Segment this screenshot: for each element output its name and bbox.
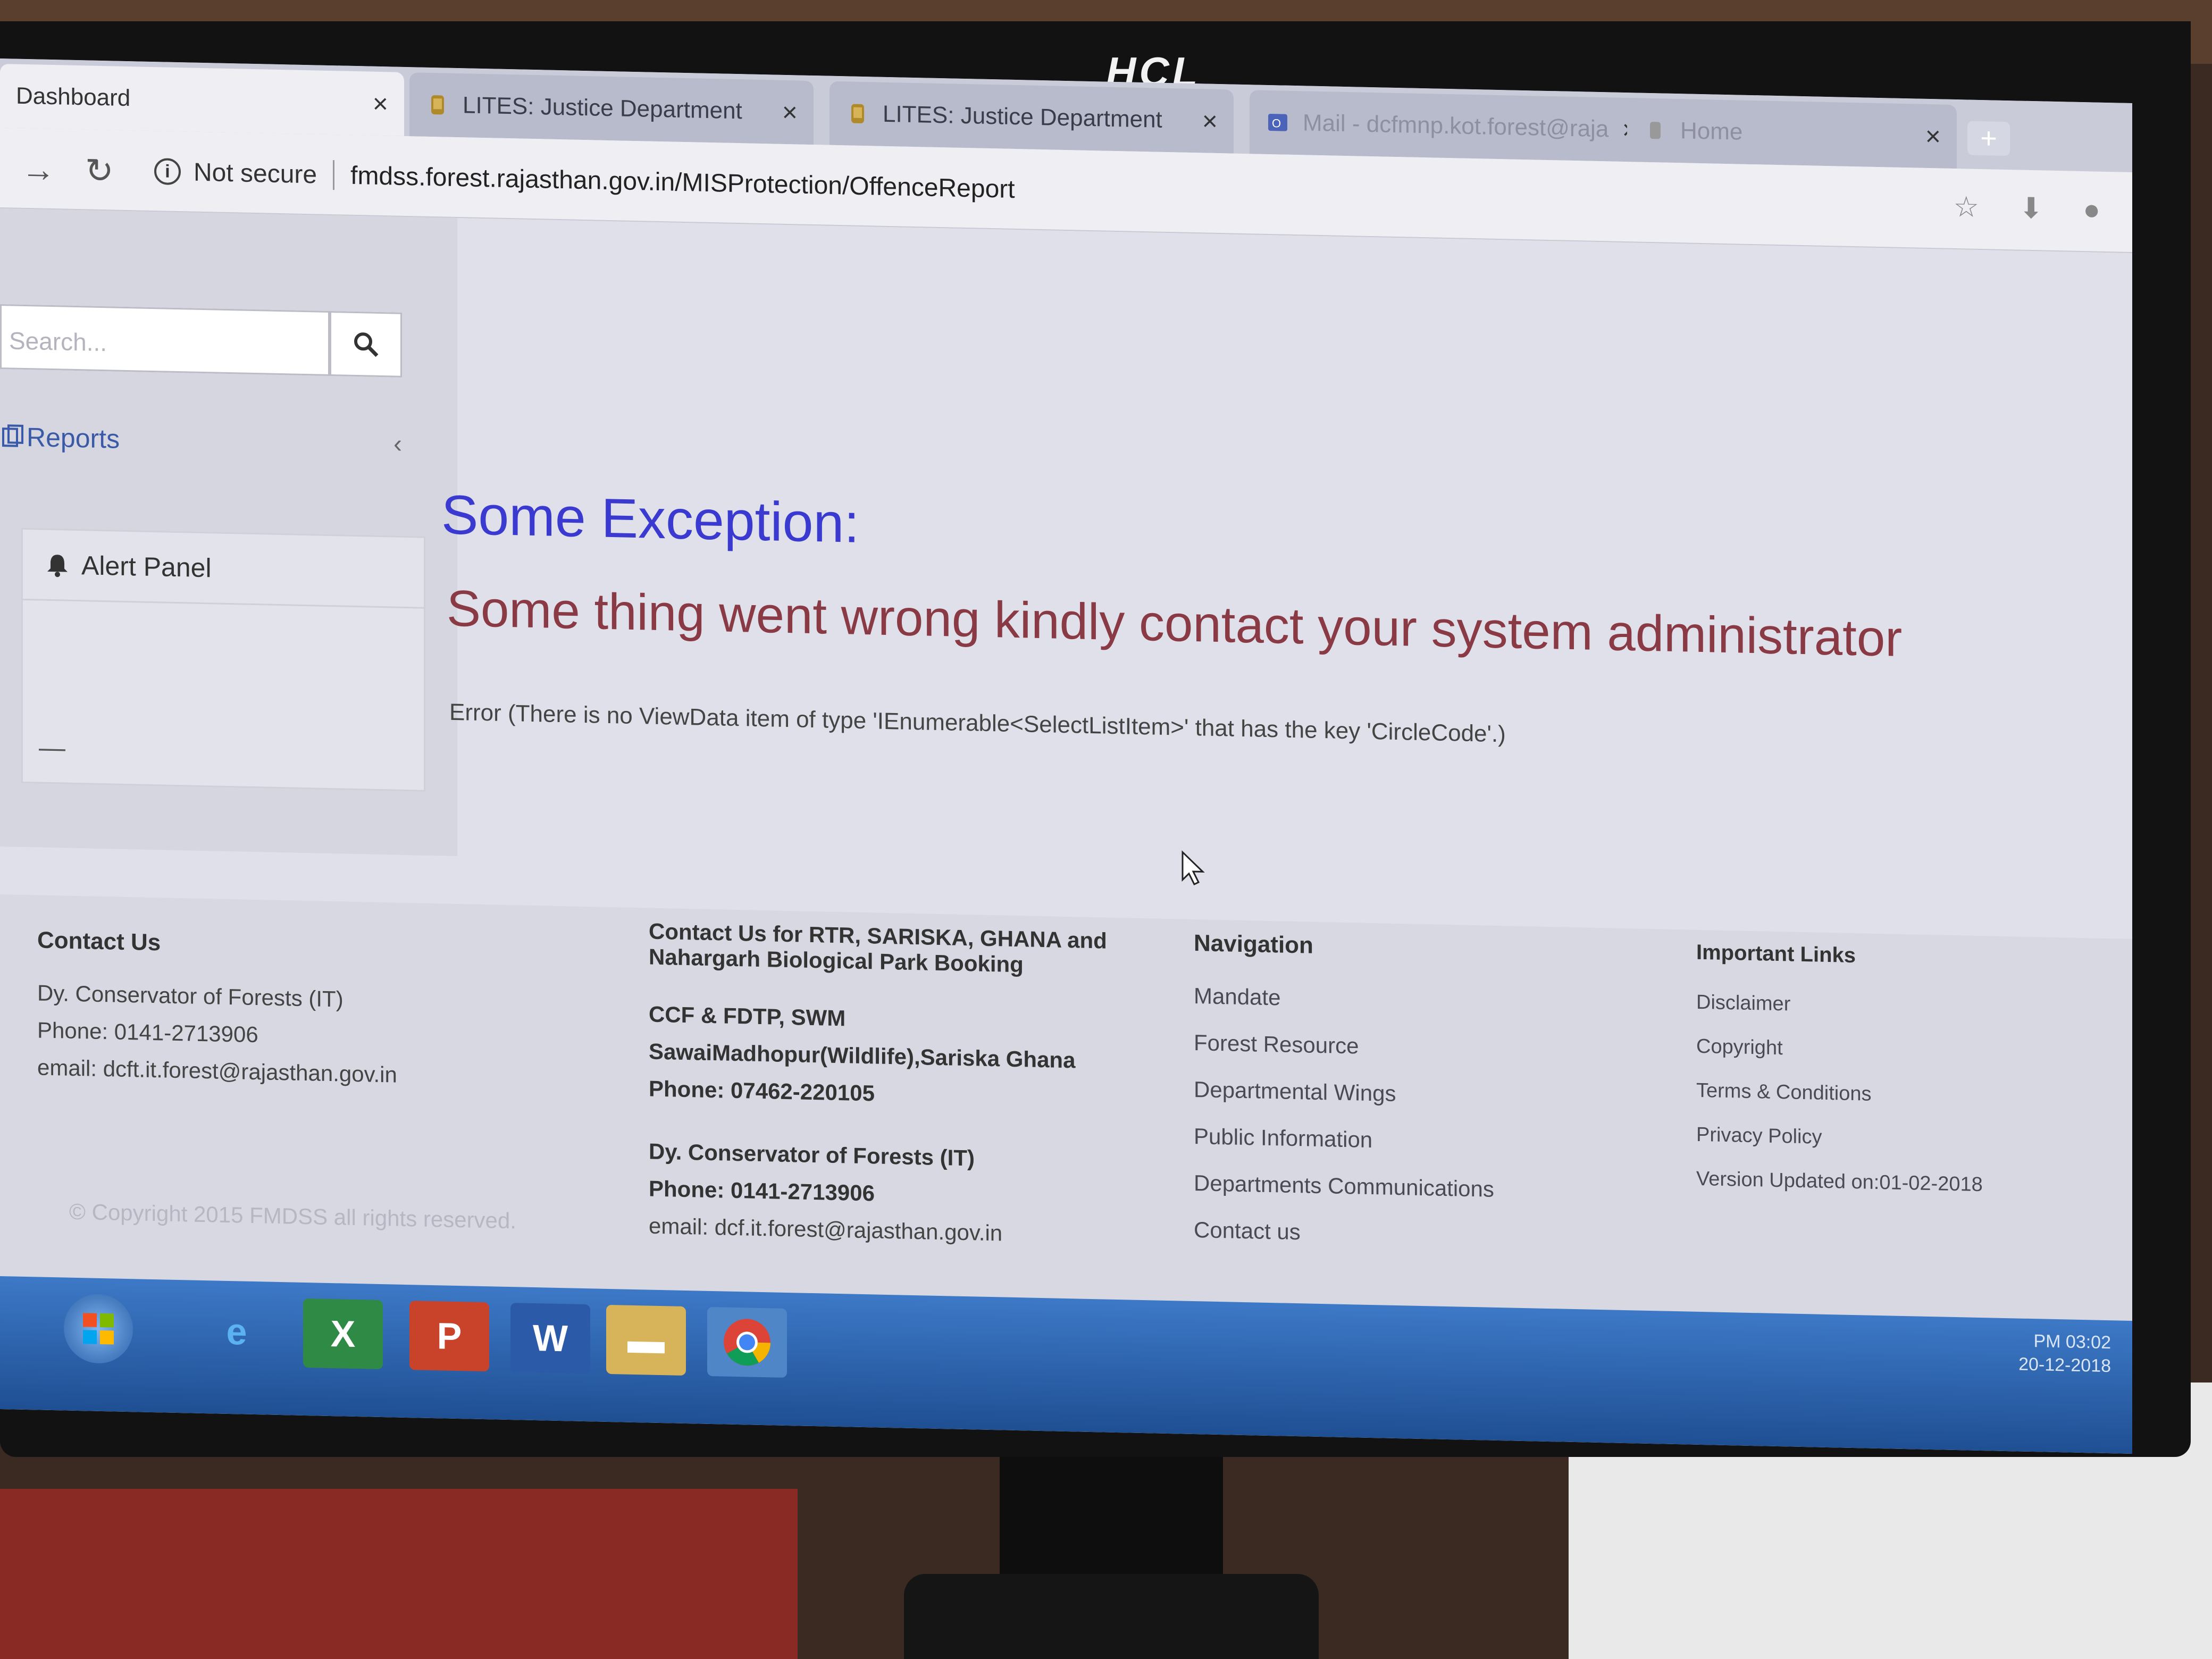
- alert-panel: Alert Panel —: [21, 527, 425, 792]
- new-tab-button[interactable]: +: [1967, 121, 2010, 156]
- address-separator: [333, 160, 335, 190]
- tab-mail[interactable]: O Mail - dcfmnp.kot.forest@raja ×: [1250, 90, 1654, 163]
- close-icon[interactable]: ×: [1925, 121, 1941, 152]
- footer-booking-line: CCF & FDTP, SWM: [649, 1001, 846, 1031]
- footer-link-mandate[interactable]: Mandate: [1194, 983, 1494, 1015]
- close-icon[interactable]: ×: [1202, 105, 1218, 137]
- footer-link-departments-communications[interactable]: Departments Communications: [1194, 1170, 1494, 1202]
- tab-title: LITES: Justice Department: [463, 92, 742, 124]
- footer-contact-line: Dy. Conservator of Forests (IT): [37, 980, 343, 1012]
- forward-icon[interactable]: →: [21, 149, 55, 189]
- footer-booking-line: SawaiMadhopur(Wildlife),Sariska Ghana: [649, 1038, 1076, 1073]
- outlook-icon: O: [1266, 110, 1290, 135]
- internet-explorer-icon[interactable]: e: [197, 1296, 276, 1367]
- system-tray-clock[interactable]: PM 03:02 20-12-2018: [2018, 1329, 2111, 1378]
- word-icon[interactable]: W: [510, 1303, 590, 1374]
- profile-icon[interactable]: ●: [2083, 194, 2100, 226]
- alert-panel-title: Alert Panel: [81, 550, 212, 583]
- file-explorer-icon[interactable]: ▬: [606, 1304, 686, 1376]
- search-button[interactable]: [330, 311, 402, 378]
- bookmark-star-icon[interactable]: ☆: [1954, 191, 1979, 223]
- powerpoint-icon[interactable]: P: [409, 1301, 489, 1372]
- alert-panel-header[interactable]: Alert Panel: [23, 529, 424, 609]
- web-page: Search... Reports ‹ Alert Panel — Some E…: [0, 208, 2132, 1343]
- sidebar-item-label: Reports: [27, 422, 120, 454]
- tab-home[interactable]: Home ×: [1627, 98, 1957, 169]
- footer-booking-line: email: dcf.it.forest@rajasthan.gov.in: [649, 1213, 1003, 1246]
- footer-booking-line: Phone: 07462-220105: [649, 1076, 875, 1106]
- tab-title: Dashboard: [16, 82, 131, 112]
- mouse-cursor-icon: [1182, 850, 1205, 886]
- url-text[interactable]: fmdss.forest.rajasthan.gov.in/MISProtect…: [350, 161, 1015, 204]
- tab-lites-justice-1[interactable]: LITES: Justice Department ×: [409, 72, 814, 145]
- footer-contact-line: email: dcft.it.forest@rajasthan.gov.in: [37, 1054, 397, 1087]
- footer-link-forest-resource[interactable]: Forest Resource: [1194, 1030, 1494, 1062]
- footer-contact: Contact Us Dy. Conservator of Forests (I…: [37, 927, 397, 1099]
- start-button[interactable]: [64, 1293, 133, 1364]
- emblem-icon: [845, 101, 870, 126]
- clock-date: 20-12-2018: [2018, 1354, 2111, 1377]
- page-footer: Contact Us Dy. Conservator of Forests (I…: [0, 894, 2132, 1343]
- footer-link-terms[interactable]: Terms & Conditions: [1696, 1079, 1983, 1108]
- chrome-icon[interactable]: [707, 1306, 787, 1378]
- footer-booking: Contact Us for RTR, SARISKA, GHANA and N…: [649, 919, 1107, 1260]
- footer-link-disclaimer[interactable]: Disclaimer: [1696, 991, 1983, 1020]
- footer-link-public-information[interactable]: Public Information: [1194, 1124, 1494, 1155]
- error-detail: Error (There is no ViewData item of type…: [449, 699, 1506, 748]
- exception-title: Some Exception:: [441, 484, 860, 555]
- footer-booking-line: Phone: 0141-2713906: [649, 1176, 875, 1206]
- close-icon[interactable]: ×: [373, 88, 388, 120]
- chevron-left-icon[interactable]: ‹: [393, 430, 402, 459]
- footer-link-privacy[interactable]: Privacy Policy: [1696, 1124, 1983, 1152]
- tab-title: Home: [1680, 118, 1743, 145]
- tab-title: Mail - dcfmnp.kot.forest@raja: [1303, 110, 1609, 143]
- footer-link-copyright[interactable]: Copyright: [1696, 1035, 1983, 1064]
- footer-contact-line: Phone: 0141-2713906: [37, 1017, 258, 1048]
- monitor-screen: Dashboard × LITES: Justice Department × …: [0, 58, 2132, 1454]
- footer-navigation: Navigation Mandate Forest Resource Depar…: [1194, 930, 1494, 1270]
- download-icon[interactable]: ⬇: [2019, 192, 2043, 225]
- footer-navigation-heading: Navigation: [1194, 930, 1313, 959]
- emblem-icon: [1643, 118, 1668, 143]
- footer-version-updated: Version Updated on:01-02-2018: [1696, 1167, 1983, 1196]
- tab-lites-justice-2[interactable]: LITES: Justice Department ×: [830, 81, 1234, 154]
- reload-icon[interactable]: ↻: [85, 150, 114, 191]
- toolbar-actions: ☆ ⬇ ●: [1954, 190, 2100, 227]
- monitor-stand-base: [904, 1574, 1319, 1659]
- excel-icon[interactable]: X: [303, 1298, 383, 1370]
- alert-panel-placeholder: —: [39, 732, 65, 763]
- background-red-cloth: [0, 1489, 798, 1659]
- exception-message: Some thing went wrong kindly contact you…: [447, 580, 1903, 667]
- svg-text:O: O: [1272, 116, 1281, 130]
- windows-logo-icon: [83, 1313, 114, 1345]
- clock-time: PM 03:02: [2033, 1331, 2111, 1353]
- footer-link-departmental-wings[interactable]: Departmental Wings: [1194, 1077, 1494, 1109]
- footer-booking-line: Dy. Conservator of Forests (IT): [649, 1138, 975, 1171]
- bell-icon: [47, 555, 68, 577]
- search-icon: [354, 332, 379, 357]
- close-icon[interactable]: ×: [782, 97, 798, 128]
- footer-contact-heading: Contact Us: [37, 927, 161, 956]
- footer-important-links-heading: Important Links: [1696, 940, 1856, 968]
- reports-icon: [2, 424, 23, 447]
- sidebar-item-reports[interactable]: Reports: [0, 421, 120, 455]
- sidebar: Search... Reports ‹ Alert Panel —: [0, 208, 457, 857]
- tab-title: LITES: Justice Department: [883, 100, 1162, 133]
- monitor-stand-neck: [1000, 1457, 1223, 1585]
- footer-important-links: Important Links Disclaimer Copyright Ter…: [1696, 941, 1983, 1218]
- security-label: Not secure: [194, 158, 317, 189]
- search-input[interactable]: Search...: [0, 304, 330, 376]
- emblem-icon: [425, 93, 450, 118]
- tab-dashboard[interactable]: Dashboard ×: [0, 64, 404, 136]
- footer-link-contact-us[interactable]: Contact us: [1194, 1217, 1494, 1249]
- info-icon[interactable]: i: [154, 158, 181, 186]
